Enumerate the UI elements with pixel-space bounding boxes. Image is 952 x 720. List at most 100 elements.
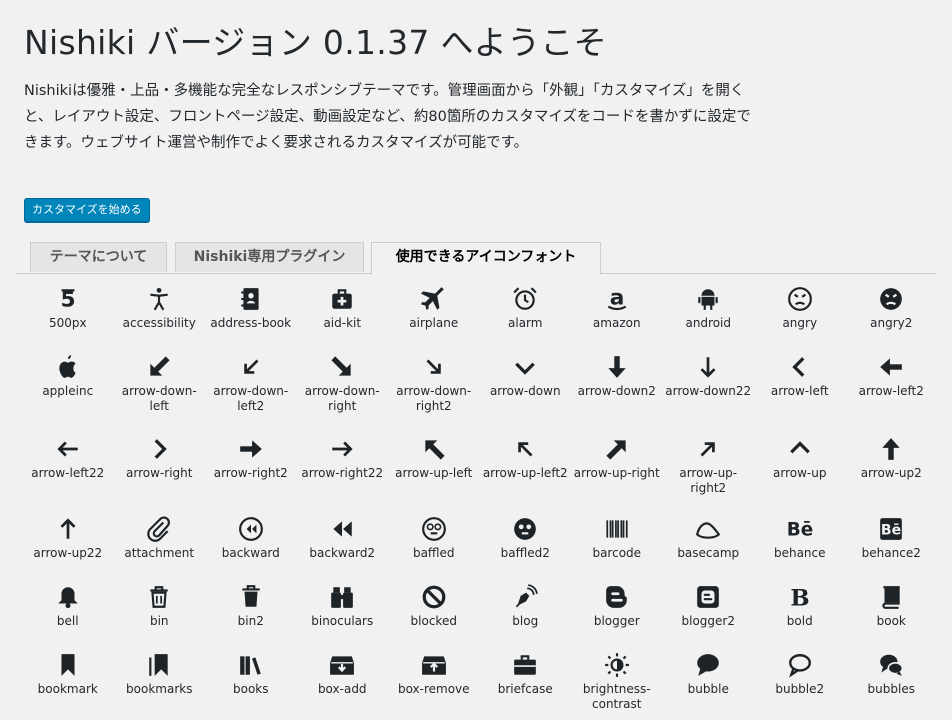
arrow-right2-icon xyxy=(205,434,297,464)
arrow-down-left-icon xyxy=(114,352,206,382)
arrow-up-left2-icon xyxy=(480,434,572,464)
icon-label: baffled xyxy=(412,546,455,560)
icon-cell-accessibility: accessibility xyxy=(114,282,206,350)
icon-label: arrow-right22 xyxy=(301,466,384,480)
icon-label: arrow-down-left2 xyxy=(213,384,289,413)
icon-cell-bubble2: bubble2 xyxy=(754,648,846,716)
icon-label: arrow-left22 xyxy=(31,466,105,480)
icon-cell-arrow-up-left: arrow-up-left xyxy=(388,432,480,512)
icon-label: blog xyxy=(512,614,539,628)
icon-cell-aid-kit: aid-kit xyxy=(297,282,389,350)
start-customize-button[interactable]: カスタマイズを始める xyxy=(24,198,150,222)
tab-icon-fonts[interactable]: 使用できるアイコンフォント xyxy=(371,242,601,274)
tab-plugins[interactable]: Nishiki専用プラグイン xyxy=(175,242,364,272)
tab-about-theme[interactable]: テーマについて xyxy=(30,242,167,272)
icon-cell-box-remove: box-remove xyxy=(388,648,480,716)
icon-label: books xyxy=(232,682,269,696)
svg-text:B: B xyxy=(790,586,809,610)
icon-label: arrow-up-right xyxy=(573,466,660,480)
icon-cell-binoculars: binoculars xyxy=(297,580,389,648)
android-icon xyxy=(663,284,755,314)
arrow-up-icon xyxy=(754,434,846,464)
icon-cell-arrow-down-right: arrow-down-right xyxy=(297,350,389,432)
baffled-icon xyxy=(388,514,480,544)
icon-label: arrow-up-right2 xyxy=(679,466,738,495)
icon-label: bold xyxy=(786,614,813,628)
icon-cell-baffled: baffled xyxy=(388,512,480,580)
icon-label: arrow-down-right xyxy=(304,384,380,413)
svg-text:a: a xyxy=(609,286,624,310)
icon-label: binoculars xyxy=(311,614,374,628)
icon-label: android xyxy=(685,316,732,330)
arrow-up-right2-icon xyxy=(663,434,755,464)
icon-label: arrow-up xyxy=(773,466,827,480)
icon-label: bubble xyxy=(687,682,729,696)
briefcase-icon xyxy=(480,650,572,680)
icon-cell-appleinc: appleinc xyxy=(22,350,114,432)
angry2-icon xyxy=(846,284,938,314)
backward2-icon xyxy=(297,514,389,544)
icon-cell-books: books xyxy=(205,648,297,716)
icon-cell-arrow-up-left2: arrow-up-left2 xyxy=(480,432,572,512)
icon-cell-attachment: attachment xyxy=(114,512,206,580)
icon-cell-blogger2: blogger2 xyxy=(663,580,755,648)
icon-label: bookmark xyxy=(37,682,98,696)
icon-cell-book: book xyxy=(846,580,938,648)
icon-cell-arrow-left2: arrow-left2 xyxy=(846,350,938,432)
intro-text: Nishikiは優雅・上品・多機能な完全なレスポンシブテーマです。管理画面から「… xyxy=(24,83,751,151)
icon-cell-arrow-up: arrow-up xyxy=(754,432,846,512)
icon-cell-arrow-down-left2: arrow-down-left2 xyxy=(205,350,297,432)
icon-label: blogger xyxy=(593,614,640,628)
page-title: Nishiki バージョン 0.1.37 へようこそ xyxy=(24,23,607,62)
icon-cell-backward: backward xyxy=(205,512,297,580)
icon-cell-airplane: airplane xyxy=(388,282,480,350)
bell-icon xyxy=(22,582,114,612)
icon-cell-behance: Bē behance xyxy=(754,512,846,580)
icon-cell-arrow-down-left: arrow-down-left xyxy=(114,350,206,432)
icon-label: arrow-up-left2 xyxy=(482,466,568,480)
address-book-icon xyxy=(205,284,297,314)
icon-label: angry xyxy=(782,316,818,330)
baffled2-icon xyxy=(480,514,572,544)
icon-cell-bin2: bin2 xyxy=(205,580,297,648)
icon-cell-arrow-up-right2: arrow-up-right2 xyxy=(663,432,755,512)
arrow-up2-icon xyxy=(846,434,938,464)
icon-label: angry2 xyxy=(870,316,913,330)
icon-cell-address-book: address-book xyxy=(205,282,297,350)
box-add-icon xyxy=(297,650,389,680)
blogger-icon xyxy=(571,582,663,612)
icon-label: airplane xyxy=(409,316,459,330)
icon-cell-arrow-down: arrow-down xyxy=(480,350,572,432)
icon-cell-blogger: blogger xyxy=(571,580,663,648)
icon-label: bubbles xyxy=(867,682,915,696)
arrow-down-icon xyxy=(480,352,572,382)
amazon-icon: a xyxy=(571,284,663,314)
icon-cell-arrow-up-right: arrow-up-right xyxy=(571,432,663,512)
icon-label: arrow-down-left xyxy=(121,384,197,413)
icon-label: arrow-up22 xyxy=(33,546,103,560)
icon-label: alarm xyxy=(508,316,543,330)
behance-icon: Bē xyxy=(754,514,846,544)
arrow-up22-icon xyxy=(22,514,114,544)
behance2-icon: Bē xyxy=(846,514,938,544)
binoculars-icon xyxy=(297,582,389,612)
icon-cell-arrow-up2: arrow-up2 xyxy=(846,432,938,512)
icon-label: address-book xyxy=(210,316,292,330)
brightness-contrast-icon xyxy=(571,650,663,680)
alarm-icon xyxy=(480,284,572,314)
arrow-down2-icon xyxy=(571,352,663,382)
svg-text:Bē: Bē xyxy=(787,520,813,541)
icon-cell-bookmark: bookmark xyxy=(22,648,114,716)
icon-label: bookmarks xyxy=(126,682,193,696)
icon-cell-arrow-down22: arrow-down22 xyxy=(663,350,755,432)
icon-cell-barcode: barcode xyxy=(571,512,663,580)
icon-label: box-remove xyxy=(397,682,470,696)
attachment-icon xyxy=(114,514,206,544)
icon-cell-arrow-up22: arrow-up22 xyxy=(22,512,114,580)
angry-icon xyxy=(754,284,846,314)
icon-label: appleinc xyxy=(42,384,94,398)
tab-bar: テーマについて Nishiki専用プラグイン 使用できるアイコンフォント xyxy=(16,242,936,274)
arrow-right22-icon xyxy=(297,434,389,464)
500px-icon: 5 xyxy=(22,284,114,314)
icon-label: arrow-right xyxy=(126,466,193,480)
